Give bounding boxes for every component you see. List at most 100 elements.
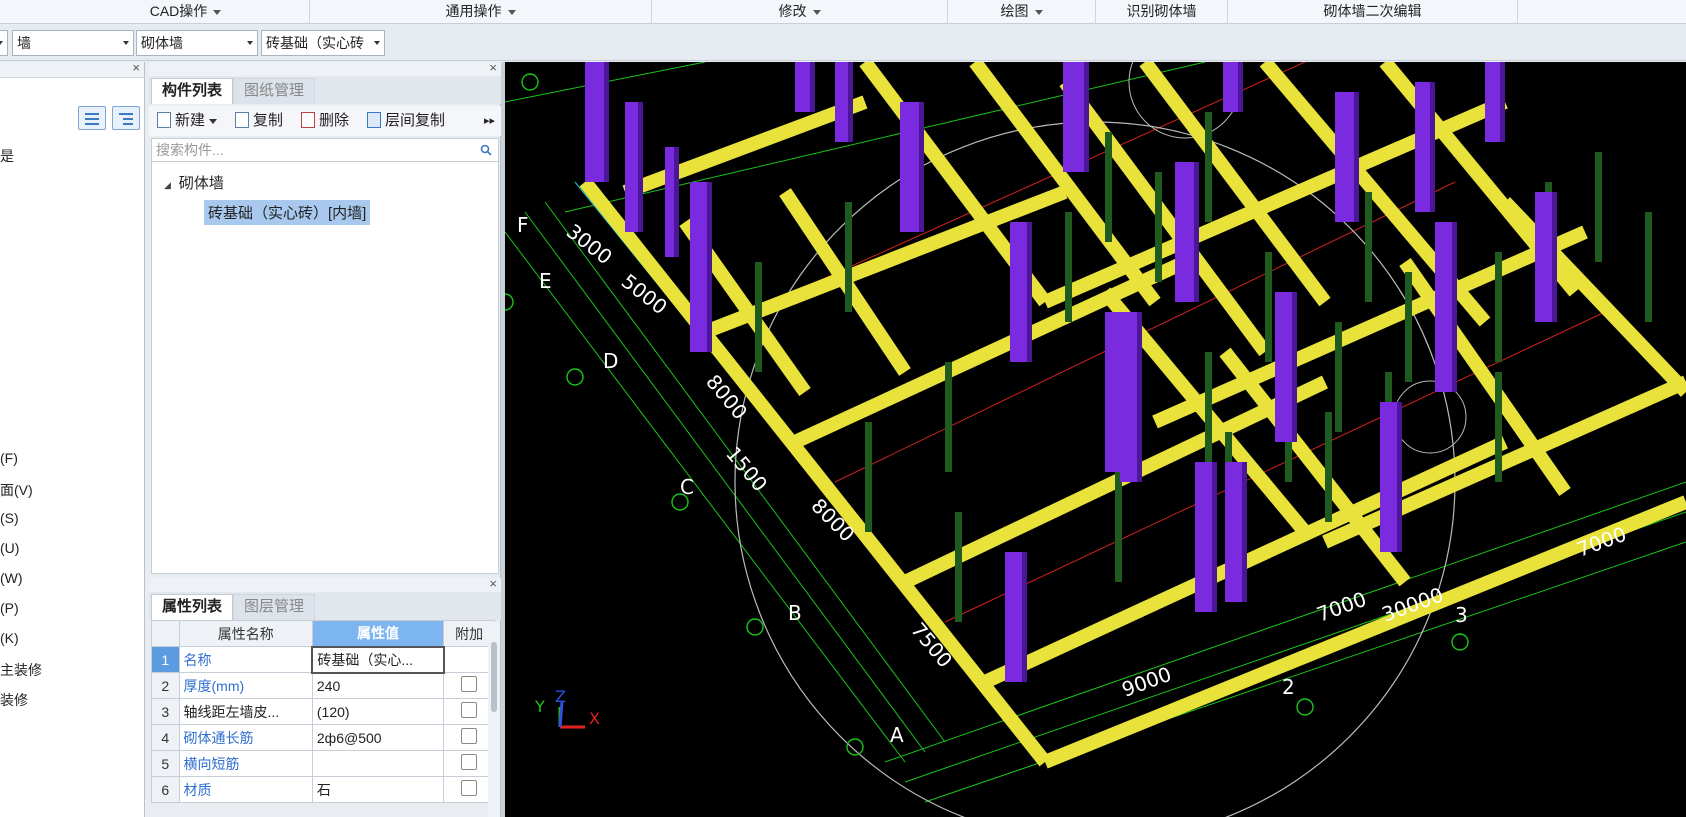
scrollbar-thumb[interactable] [491, 642, 497, 712]
floor-copy-button[interactable]: 层间复制 [367, 111, 445, 133]
ribbon-group-identify-masonry[interactable]: 识别砌体墙 [1096, 0, 1228, 24]
ribbon-group-modify[interactable]: 修改 [652, 0, 948, 24]
green-post [1495, 372, 1502, 482]
nav-item[interactable]: 装修 [0, 690, 28, 710]
component-tabs: 构件列表 图纸管理 [149, 76, 501, 104]
nav-item[interactable]: 面(V) [0, 480, 33, 500]
type-select[interactable]: 砌体墙 [136, 30, 258, 56]
ribbon-group-draw[interactable]: 绘图 [948, 0, 1096, 24]
close-icon[interactable]: × [489, 576, 497, 591]
extra-checkbox[interactable] [461, 676, 478, 692]
partial-dropdown[interactable] [0, 30, 8, 56]
purple-column-shade [1354, 92, 1359, 222]
axis-letter: D [603, 349, 618, 373]
category-select[interactable]: 墙 [12, 30, 134, 56]
green-post [1335, 322, 1342, 432]
property-tabs: 属性列表 图层管理 [149, 592, 501, 620]
component-select[interactable]: 砖基础（实心砖 [261, 30, 385, 56]
copy-button[interactable]: 复制 [235, 111, 283, 133]
close-icon[interactable]: × [132, 60, 140, 75]
property-table: 属性名称 属性值 附加 1 名称 砖基础（实心... 2 厚度(mm) 240 … [151, 620, 495, 803]
green-post [1105, 132, 1112, 242]
extra-checkbox[interactable] [461, 728, 478, 744]
green-post [1065, 212, 1072, 322]
ribbon-group-general-ops[interactable]: 通用操作 [310, 0, 652, 24]
cad-canvas[interactable]: 3000 5000 8000 1500 8000 7500 9000 7000 … [505, 62, 1686, 817]
extra-checkbox[interactable] [461, 754, 478, 770]
collapse-triangle-icon[interactable]: ◢ [164, 180, 171, 190]
close-icon[interactable]: × [489, 60, 497, 75]
purple-column-shade [1552, 192, 1557, 322]
green-post [1265, 252, 1272, 362]
green-post [845, 202, 852, 312]
search-icon[interactable] [480, 144, 492, 156]
purple-column-shade [1242, 462, 1247, 602]
property-value-input[interactable]: 2ф6@500 [311, 724, 445, 751]
property-value-input[interactable]: (120) [311, 698, 445, 725]
component-toolbar: 新建 复制 删除 层间复制 ▸▸ [149, 106, 501, 136]
property-value-input[interactable]: 砖基础（实心... [311, 645, 445, 674]
green-post [1645, 212, 1652, 322]
tab-drawing-manage[interactable]: 图纸管理 [233, 78, 316, 104]
nav-item[interactable]: (S) [0, 510, 19, 526]
property-value-input[interactable]: 石 [311, 776, 445, 803]
extra-checkbox[interactable] [461, 780, 478, 796]
tab-layer-manage[interactable]: 图层管理 [233, 594, 316, 620]
property-header-row: 属性名称 属性值 附加 [151, 620, 495, 647]
header-name: 属性名称 [178, 620, 313, 647]
floor-copy-icon [367, 112, 381, 128]
ribbon-group-bar: CAD操作 通用操作 修改 绘图 识别砌体墙 砌体墙二次编辑 [0, 0, 1686, 24]
property-name: 砌体通长筋 [178, 724, 313, 751]
property-value-input[interactable] [311, 750, 445, 777]
dim-label: 7000 [1574, 522, 1630, 562]
nav-item[interactable]: (K) [0, 630, 19, 646]
purple-column-shade [1500, 62, 1505, 142]
delete-button[interactable]: 删除 [301, 111, 349, 133]
property-row[interactable]: 2 厚度(mm) 240 [151, 672, 495, 699]
list-view-icon[interactable] [78, 106, 106, 130]
property-row[interactable]: 5 横向短筋 [151, 750, 495, 777]
new-icon [157, 112, 171, 128]
more-icon[interactable]: ▸▸ [484, 111, 495, 133]
tree-node-masonry-wall[interactable]: ◢ 砌体墙 [164, 172, 224, 193]
green-post [865, 422, 872, 532]
copy-label: 复制 [253, 112, 284, 129]
tab-property-list[interactable]: 属性列表 [151, 594, 234, 620]
property-row[interactable]: 4 砌体通长筋 2ф6@500 [151, 724, 495, 751]
green-post [1115, 472, 1122, 582]
chevron-down-icon [507, 9, 516, 15]
new-button[interactable]: 新建 [157, 111, 218, 133]
row-number: 2 [151, 672, 180, 699]
detail-view-icon[interactable] [112, 106, 140, 130]
ribbon-group-masonry-edit[interactable]: 砌体墙二次编辑 [1228, 0, 1518, 24]
purple-column-shade [1084, 62, 1089, 172]
nav-item[interactable]: (U) [0, 540, 19, 556]
header-extra: 附加 [443, 620, 495, 647]
search-placeholder: 搜索构件... [156, 142, 224, 158]
property-row[interactable]: 3 轴线距左墙皮... (120) [151, 698, 495, 725]
purple-column-shade [604, 62, 609, 182]
tree-node-brick-foundation[interactable]: 砖基础（实心砖）[内墙] [204, 200, 371, 225]
nav-item[interactable]: (P) [0, 600, 19, 616]
purple-column-shade [810, 62, 815, 112]
nav-item[interactable]: (W) [0, 570, 23, 586]
delete-icon [301, 112, 315, 128]
green-post [1495, 252, 1502, 362]
purple-column-shade [1137, 312, 1142, 482]
component-search-input[interactable]: 搜索构件... [151, 138, 499, 162]
nav-item-partial[interactable]: 是 [0, 146, 14, 166]
nav-item[interactable]: (F) [0, 450, 18, 466]
tab-component-list[interactable]: 构件列表 [151, 78, 234, 104]
property-scrollbar[interactable] [488, 622, 500, 817]
property-value-input[interactable]: 240 [311, 672, 445, 699]
row-number: 6 [151, 776, 180, 803]
category-value: 墙 [17, 35, 31, 51]
row-number: 4 [151, 724, 180, 751]
extra-checkbox[interactable] [461, 702, 478, 718]
property-row[interactable]: 1 名称 砖基础（实心... [151, 645, 495, 674]
ribbon-group-cad-ops[interactable]: CAD操作 [62, 0, 310, 24]
property-row[interactable]: 6 材质 石 [151, 776, 495, 803]
nav-item[interactable]: 主装修 [0, 660, 42, 680]
green-post [1205, 112, 1212, 222]
wall-segment [622, 95, 868, 199]
